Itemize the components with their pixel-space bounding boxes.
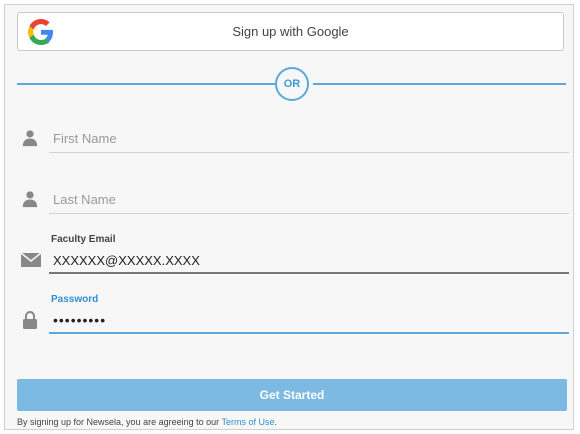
terms-notice-text: By signing up for Newsela, you are agree…: [17, 417, 220, 427]
divider-line-right: [313, 83, 566, 85]
get-started-button[interactable]: Get Started: [17, 379, 567, 411]
password-label: Password: [51, 294, 99, 305]
faculty-email-label: Faculty Email: [51, 234, 116, 245]
google-button-label: Sign up with Google: [232, 24, 349, 39]
sign-up-with-google-button[interactable]: Sign up with Google: [17, 12, 564, 51]
password-underline: [49, 332, 569, 334]
terms-notice: By signing up for Newsela, you are agree…: [17, 417, 277, 427]
faculty-email-underline: [49, 272, 569, 274]
first-name-underline: [49, 152, 569, 153]
or-divider-badge: OR: [275, 67, 309, 101]
person-icon: [22, 191, 38, 208]
terms-of-use-link[interactable]: Terms of Use: [221, 417, 274, 427]
faculty-email-input[interactable]: [49, 249, 569, 271]
person-icon: [22, 130, 38, 147]
password-input[interactable]: [49, 309, 569, 331]
last-name-input[interactable]: [49, 188, 569, 210]
envelope-icon: [21, 252, 41, 267]
last-name-underline: [49, 213, 569, 214]
divider-line-left: [17, 83, 275, 85]
first-name-input[interactable]: [49, 127, 569, 149]
signup-form: Sign up with Google OR Faculty Email Pas…: [4, 4, 574, 430]
terms-notice-period: .: [274, 417, 277, 427]
lock-icon: [23, 311, 37, 329]
